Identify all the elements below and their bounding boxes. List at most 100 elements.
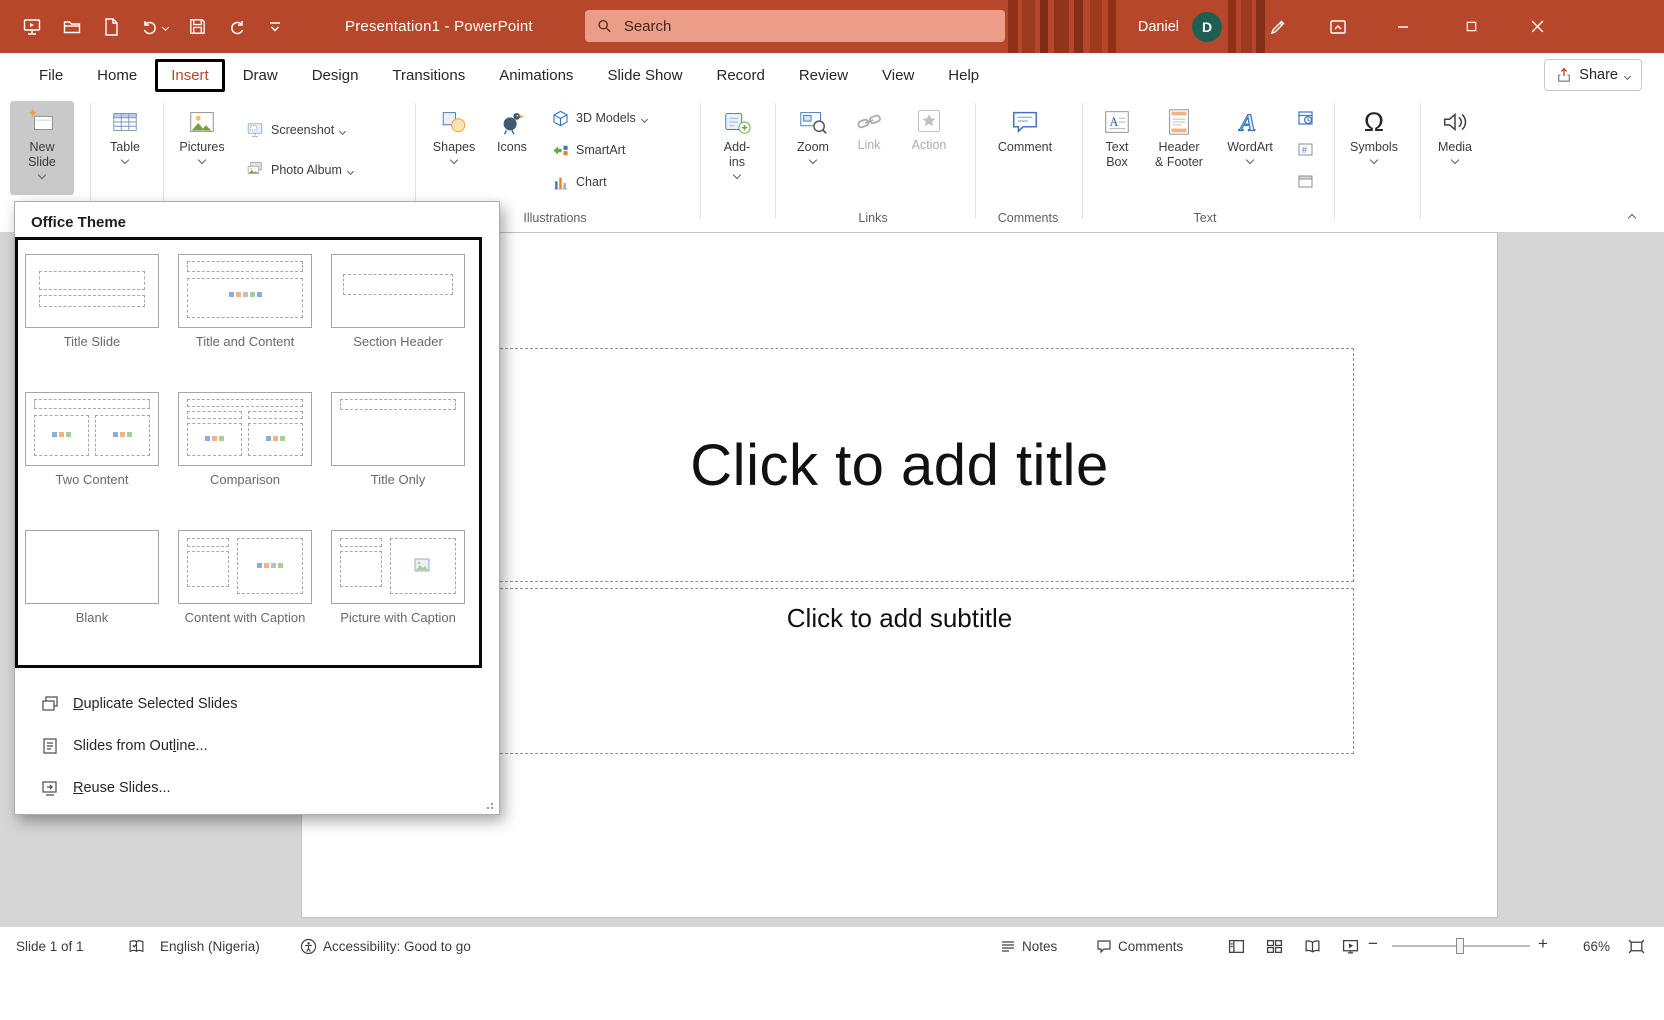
notes-button[interactable]: Notes: [1000, 936, 1057, 956]
pictures-icon: [187, 107, 217, 137]
screenshot-button[interactable]: Screenshot: [240, 117, 350, 143]
comment-icon: [1010, 107, 1040, 137]
layout-title-slide[interactable]: [25, 254, 159, 328]
search-box[interactable]: [585, 10, 1005, 42]
new-slide-label-line2: Slide: [28, 155, 56, 170]
new-slide-button[interactable]: New Slide: [10, 101, 74, 195]
save-button[interactable]: [188, 17, 207, 36]
spell-check-button[interactable]: [128, 936, 145, 956]
symbols-button[interactable]: Ω Symbols: [1344, 101, 1404, 195]
tab-slide-show[interactable]: Slide Show: [590, 58, 699, 93]
layout-blank[interactable]: [25, 530, 159, 604]
collapse-ribbon-button[interactable]: [1620, 209, 1644, 227]
media-button[interactable]: Media: [1428, 101, 1482, 195]
table-button[interactable]: Table: [98, 101, 152, 195]
accessibility-checker-button[interactable]: Accessibility: Good to go: [300, 936, 471, 956]
comment-button[interactable]: Comment: [992, 101, 1058, 195]
text-box-button[interactable]: A Text Box: [1092, 101, 1142, 195]
fit-slide-to-window-button[interactable]: [1628, 936, 1645, 956]
tab-draw[interactable]: Draw: [226, 58, 295, 93]
redo-button[interactable]: [227, 17, 247, 37]
ink-pen-button[interactable]: [1258, 0, 1298, 53]
slide-sorter-view-button[interactable]: [1266, 936, 1283, 956]
account-user-name[interactable]: Daniel: [1138, 0, 1179, 53]
search-input[interactable]: [622, 17, 993, 36]
comments-button[interactable]: Comments: [1096, 936, 1183, 956]
reading-view-icon: [1304, 938, 1321, 955]
tab-transitions[interactable]: Transitions: [375, 58, 482, 93]
layout-section-header[interactable]: [331, 254, 465, 328]
zoom-percentage[interactable]: 66%: [1566, 936, 1610, 956]
customize-qat-button[interactable]: [267, 18, 283, 36]
tab-review[interactable]: Review: [782, 58, 865, 93]
photo-album-button[interactable]: Photo Album: [240, 157, 358, 183]
shapes-label: Shapes: [433, 140, 475, 155]
3d-models-button[interactable]: 3D Models: [546, 105, 652, 131]
chart-button[interactable]: Chart: [546, 169, 612, 195]
quick-access-toolbar: [22, 0, 283, 53]
menu-item-duplicate-selected-slides[interactable]: Duplicate Selected Slides: [25, 688, 485, 720]
svg-text:A: A: [1110, 115, 1119, 129]
zoom-out-button[interactable]: −: [1368, 934, 1378, 954]
reading-view-button[interactable]: [1304, 936, 1321, 956]
avatar[interactable]: D: [1192, 12, 1222, 42]
title-bar: Presentation1 - PowerPoint Daniel D: [0, 0, 1664, 53]
link-icon: [855, 107, 883, 135]
chart-label: Chart: [576, 175, 607, 189]
group-separator: [1420, 103, 1421, 219]
date-time-button[interactable]: [1292, 105, 1326, 131]
shapes-button[interactable]: Shapes: [428, 101, 480, 195]
zoom-in-button[interactable]: +: [1538, 934, 1548, 954]
new-file-button[interactable]: [102, 17, 120, 37]
layout-title-and-content[interactable]: [178, 254, 312, 328]
menu-item-slides-from-outline[interactable]: Slides from Outline...: [25, 730, 485, 762]
tab-help[interactable]: Help: [931, 58, 996, 93]
layout-content-with-caption[interactable]: [178, 530, 312, 604]
add-ins-button[interactable]: Add- ins: [710, 101, 764, 195]
icons-button[interactable]: Icons: [488, 101, 536, 195]
tab-record[interactable]: Record: [699, 58, 781, 93]
tab-file[interactable]: File: [22, 58, 80, 93]
slide-number-button[interactable]: #: [1292, 137, 1326, 163]
tab-view[interactable]: View: [865, 58, 931, 93]
slide-indicator[interactable]: Slide 1 of 1: [16, 936, 84, 956]
zoom-slider-thumb[interactable]: [1456, 938, 1464, 954]
maximize-button[interactable]: [1448, 0, 1494, 53]
maximize-icon: [1465, 20, 1478, 33]
object-button[interactable]: [1292, 169, 1326, 195]
normal-view-button[interactable]: [1228, 936, 1245, 956]
status-bar: Slide 1 of 1 English (Nigeria) Accessibi…: [0, 926, 1664, 1020]
title-placeholder[interactable]: Click to add title: [445, 348, 1354, 582]
undo-button[interactable]: [140, 17, 168, 37]
layout-picture-with-caption[interactable]: [331, 530, 465, 604]
svg-text:A: A: [1238, 109, 1256, 136]
ribbon-display-icon: [1328, 17, 1348, 37]
layout-two-content[interactable]: [25, 392, 159, 466]
slide-show-view-button[interactable]: [1342, 936, 1359, 956]
close-button[interactable]: [1514, 0, 1560, 53]
tab-animations[interactable]: Animations: [482, 58, 590, 93]
panel-resize-grip[interactable]: [483, 799, 493, 809]
photo-album-label: Photo Album: [271, 163, 342, 177]
zoom-button[interactable]: Zoom: [788, 101, 838, 195]
wordart-button[interactable]: A WordArt: [1218, 101, 1282, 195]
subtitle-placeholder[interactable]: Click to add subtitle: [445, 588, 1354, 754]
share-button[interactable]: Share: [1544, 59, 1642, 91]
language-button[interactable]: English (Nigeria): [160, 936, 260, 956]
tab-home[interactable]: Home: [80, 58, 154, 93]
menu-item-reuse-slides[interactable]: Reuse Slides...: [25, 772, 485, 804]
tab-insert[interactable]: Insert: [155, 59, 225, 92]
pictures-label: Pictures: [179, 140, 224, 155]
smartart-button[interactable]: SmartArt: [546, 137, 630, 163]
minimize-button[interactable]: [1380, 0, 1426, 53]
group-separator: [775, 103, 776, 219]
office-theme-heading: Office Theme: [31, 214, 126, 231]
open-button[interactable]: [62, 17, 82, 37]
header-footer-button[interactable]: Header & Footer: [1148, 101, 1210, 195]
start-slideshow-button[interactable]: [22, 17, 42, 37]
layout-comparison[interactable]: [178, 392, 312, 466]
layout-title-only[interactable]: [331, 392, 465, 466]
tab-design[interactable]: Design: [295, 58, 376, 93]
ribbon-display-options-button[interactable]: [1318, 0, 1358, 53]
pictures-button[interactable]: Pictures: [172, 101, 232, 195]
